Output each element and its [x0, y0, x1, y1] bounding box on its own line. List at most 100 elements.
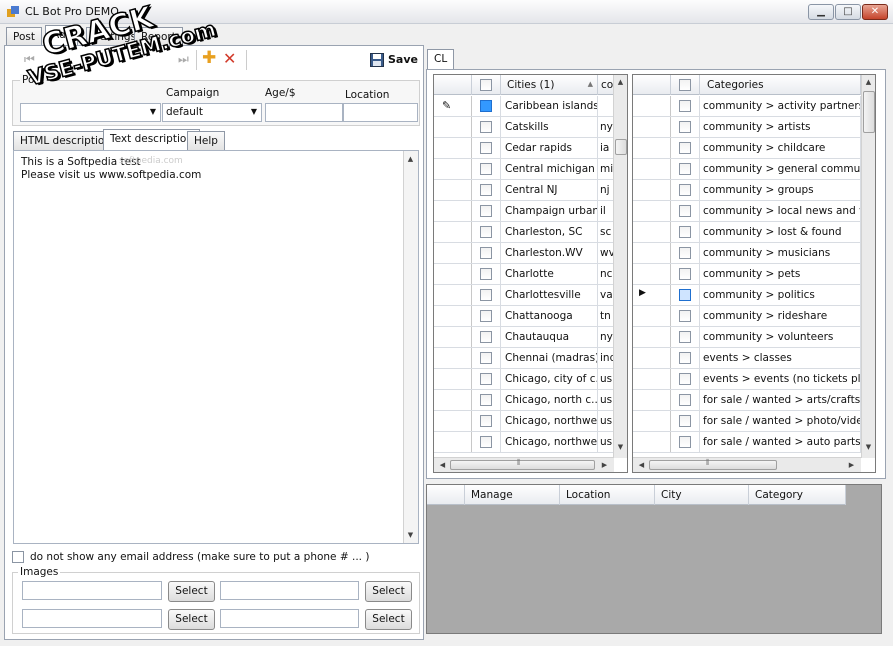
row-header[interactable] — [633, 348, 671, 368]
row-header[interactable] — [434, 138, 472, 158]
campaign-select[interactable]: default ▼ — [162, 103, 262, 122]
category-row[interactable]: for sale / wanted > auto parts — [633, 432, 861, 453]
scroll-thumb[interactable] — [615, 139, 627, 155]
scroll-right-icon[interactable]: ▶ — [845, 461, 858, 469]
city-checkbox[interactable] — [480, 415, 492, 427]
row-header[interactable] — [633, 222, 671, 242]
scroll-up-icon[interactable]: ▲ — [862, 78, 875, 86]
city-row[interactable]: Chattanooga tn — [434, 306, 614, 327]
row-header[interactable] — [434, 201, 472, 221]
city-row[interactable]: Chennai (madras)ind — [434, 348, 614, 369]
row-header[interactable] — [633, 327, 671, 347]
location-input[interactable] — [343, 103, 418, 122]
cities-hscroll[interactable]: ◀ ⦀ ▶ — [434, 457, 614, 472]
scroll-right-icon[interactable]: ▶ — [598, 461, 611, 469]
cities-column-header[interactable]: Cities (1) ▲ — [501, 75, 598, 95]
category-checkbox[interactable] — [679, 121, 691, 133]
tab-text-description[interactable]: Text description — [103, 129, 200, 150]
row-header[interactable] — [434, 222, 472, 242]
select-image-3-button[interactable]: Select — [168, 609, 215, 630]
city-row[interactable]: Charlottesville va — [434, 285, 614, 306]
scroll-thumb-h[interactable]: ⦀ — [450, 458, 595, 470]
category-checkbox[interactable] — [679, 163, 691, 175]
category-checkbox[interactable] — [679, 331, 691, 343]
category-row[interactable]: community > activity partners — [633, 96, 861, 117]
category-row[interactable]: events > classes — [633, 348, 861, 369]
scroll-down-icon[interactable]: ▼ — [404, 531, 417, 539]
row-header[interactable]: ✎ — [434, 96, 472, 116]
row-header[interactable] — [633, 96, 671, 116]
city-row[interactable]: Chautauqua ny — [434, 327, 614, 348]
country-column-header[interactable]: co — [598, 75, 614, 95]
select-all-cities-checkbox[interactable] — [480, 79, 492, 91]
row-header[interactable] — [434, 285, 472, 305]
location-column-header[interactable]: Location — [560, 485, 655, 505]
city-row[interactable]: Charleston, SC sc — [434, 222, 614, 243]
category-checkbox[interactable] — [679, 394, 691, 406]
scroll-up-icon[interactable]: ▲ — [404, 155, 417, 163]
row-header[interactable] — [633, 159, 671, 179]
minimize-button[interactable]: ▁ — [808, 4, 834, 20]
city-checkbox[interactable] — [480, 436, 492, 448]
x-icon[interactable]: ✕ — [223, 49, 236, 68]
row-header[interactable] — [633, 411, 671, 431]
tab-cl[interactable]: CL — [427, 49, 455, 70]
row-header[interactable] — [633, 117, 671, 137]
scroll-left-icon[interactable]: ◀ — [635, 461, 648, 469]
category-checkbox[interactable] — [679, 268, 691, 280]
city-checkbox[interactable] — [480, 310, 492, 322]
category-checkbox[interactable] — [679, 373, 691, 385]
category-checkbox[interactable] — [679, 352, 691, 364]
city-row[interactable]: Chicago, city of c... us — [434, 369, 614, 390]
city-row[interactable]: ✎ Caribbean islands — [434, 96, 614, 117]
category-checkbox[interactable] — [679, 100, 691, 112]
category-row[interactable]: community > local news and views — [633, 201, 861, 222]
row-header[interactable] — [434, 411, 472, 431]
row-header[interactable] — [434, 306, 472, 326]
image-path-4[interactable] — [220, 609, 359, 628]
city-checkbox[interactable] — [480, 163, 492, 175]
row-header[interactable] — [434, 243, 472, 263]
categories-column-header[interactable]: Categories — [700, 75, 861, 95]
city-row[interactable]: Chicago, north c... us — [434, 390, 614, 411]
post-select[interactable]: ▼ — [20, 103, 161, 122]
row-header[interactable] — [633, 432, 671, 452]
row-header[interactable] — [633, 306, 671, 326]
category-row[interactable]: community > volunteers — [633, 327, 861, 348]
row-header[interactable] — [434, 117, 472, 137]
scroll-thumb-h[interactable]: ⦀ — [649, 458, 777, 470]
city-row[interactable]: Catskills ny — [434, 117, 614, 138]
category-checkbox[interactable] — [679, 205, 691, 217]
description-textarea[interactable]: This is a Softpedia test Please visit us… — [13, 150, 419, 544]
scroll-down-icon[interactable]: ▼ — [614, 443, 627, 451]
category-checkbox[interactable] — [679, 436, 691, 448]
city-checkbox[interactable] — [480, 394, 492, 406]
row-header[interactable] — [434, 348, 472, 368]
select-image-4-button[interactable]: Select — [365, 609, 412, 630]
city-checkbox[interactable] — [480, 352, 492, 364]
row-header[interactable] — [633, 180, 671, 200]
row-header[interactable]: ▶ — [633, 285, 671, 305]
city-row[interactable]: Charlotte nc — [434, 264, 614, 285]
select-image-2-button[interactable]: Select — [365, 581, 412, 602]
category-row[interactable]: for sale / wanted > photo/video fo — [633, 411, 861, 432]
row-header[interactable] — [633, 369, 671, 389]
city-checkbox[interactable] — [480, 100, 492, 112]
manage-column-header[interactable]: Manage — [465, 485, 560, 505]
row-header[interactable] — [633, 138, 671, 158]
row-header[interactable] — [434, 432, 472, 452]
category-column-header[interactable]: Category — [749, 485, 846, 505]
row-header[interactable] — [434, 390, 472, 410]
category-checkbox[interactable] — [679, 310, 691, 322]
city-checkbox[interactable] — [480, 121, 492, 133]
category-checkbox[interactable] — [679, 247, 691, 259]
category-checkbox[interactable] — [679, 142, 691, 154]
scroll-thumb[interactable] — [863, 91, 875, 133]
row-header[interactable] — [434, 180, 472, 200]
row-header[interactable] — [633, 264, 671, 284]
city-checkbox[interactable] — [480, 268, 492, 280]
select-image-1-button[interactable]: Select — [168, 581, 215, 602]
city-checkbox[interactable] — [480, 184, 492, 196]
scroll-down-icon[interactable]: ▼ — [862, 443, 875, 451]
category-row[interactable]: community > musicians — [633, 243, 861, 264]
